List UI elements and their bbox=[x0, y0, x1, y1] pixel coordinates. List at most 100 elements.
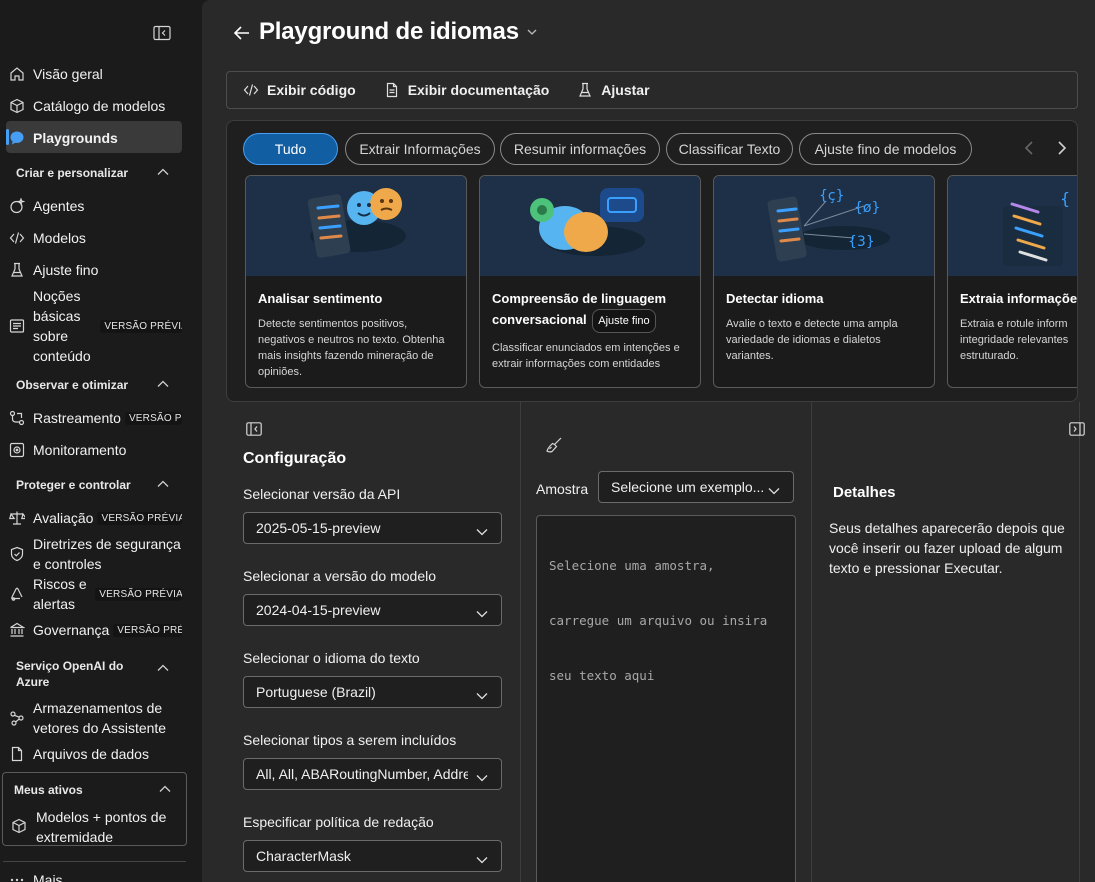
model-version-dropdown[interactable]: 2024-04-15-preview bbox=[243, 594, 502, 626]
sidebar-item-models[interactable]: Modelos bbox=[8, 228, 182, 248]
api-version-dropdown[interactable]: 2025-05-15-preview bbox=[243, 512, 502, 544]
scenario-gallery: Tudo Extrair Informações Resumir informa… bbox=[226, 120, 1078, 402]
redaction-dropdown[interactable]: CharacterMask bbox=[243, 840, 502, 872]
sidebar-item-governance[interactable]: Governança VERSÃO PRÉVI bbox=[8, 620, 182, 640]
sidebar-item-tracing[interactable]: Rastreamento VERSÃO PRÉ bbox=[8, 408, 182, 428]
chevron-down-icon bbox=[475, 688, 489, 700]
my-assets-header[interactable]: Meus ativos bbox=[14, 783, 172, 797]
sidebar-item-content-understanding[interactable]: Noções básicas sobre conteúdo VERSÃO PRÉ… bbox=[8, 286, 182, 366]
chevron-right-icon[interactable] bbox=[1053, 139, 1069, 157]
sidebar-item-agents[interactable]: Agentes bbox=[8, 196, 182, 216]
language-dropdown[interactable]: Portuguese (Brazil) bbox=[243, 676, 502, 708]
chevron-left-icon[interactable] bbox=[1022, 139, 1038, 157]
sentiment-illustration bbox=[246, 176, 466, 276]
tune-label: Ajustar bbox=[601, 82, 650, 98]
api-version-label: Selecionar versão da API bbox=[243, 486, 401, 502]
scenario-card-clu[interactable]: Compreensão de linguagem conversacional … bbox=[479, 175, 701, 388]
section-header-observe[interactable]: Observar e otimizar bbox=[16, 378, 170, 392]
sidebar-item-fine-tuning[interactable]: Ajuste fino bbox=[8, 260, 182, 280]
types-dropdown[interactable]: All, All, ABARoutingNumber, Address bbox=[243, 758, 502, 790]
dropdown-value: 2025-05-15-preview bbox=[256, 520, 381, 536]
sidebar-item-label: Agentes bbox=[33, 198, 85, 214]
scenario-card-language-detection[interactable]: {ç} {ø} {3} Detectar idioma Avalie o texto… bbox=[713, 175, 935, 388]
file-icon bbox=[8, 745, 26, 763]
page-title[interactable]: Playground de idiomas bbox=[259, 18, 537, 46]
filter-pill-classify[interactable]: Classificar Texto bbox=[666, 133, 793, 165]
filter-label: Ajuste fino de modelos bbox=[814, 141, 957, 157]
sidebar-item-risks-alerts[interactable]: Riscos e alertas VERSÃO PRÉVIA bbox=[8, 574, 182, 614]
section-header-protect[interactable]: Proteger e controlar bbox=[16, 478, 170, 492]
card-title: Analisar sentimento bbox=[258, 291, 383, 306]
filter-label: Classificar Texto bbox=[678, 141, 781, 157]
filter-pill-all[interactable]: Tudo bbox=[243, 133, 338, 165]
details-title: Detalhes bbox=[833, 484, 896, 501]
sidebar-item-model-catalog[interactable]: Catálogo de modelos bbox=[8, 96, 182, 116]
expand-panel-icon[interactable] bbox=[1069, 422, 1085, 436]
sidebar-item-label: Diretrizes de segurança e controles bbox=[33, 536, 181, 572]
redaction-label: Especificar política de redação bbox=[243, 814, 434, 830]
chevron-up-icon bbox=[158, 783, 172, 793]
dropdown-value: 2024-04-15-preview bbox=[256, 602, 381, 618]
scale-icon bbox=[8, 509, 26, 527]
page-title-text: Playground de idiomas bbox=[259, 18, 519, 45]
preview-badge: VERSÃO PRÉ bbox=[124, 411, 182, 425]
alert-icon bbox=[8, 585, 26, 603]
document-scan-icon bbox=[8, 317, 26, 335]
tune-button[interactable]: Ajustar bbox=[577, 82, 650, 98]
sidebar-item-label: Armazenamentos de vetores do Assistente bbox=[33, 700, 167, 736]
sample-label: Amostra bbox=[536, 481, 589, 497]
filter-pill-finetune[interactable]: Ajuste fino de modelos bbox=[799, 133, 972, 165]
details-text: Seus detalhes aparecerão depois que você… bbox=[829, 520, 1065, 576]
chevron-down-icon bbox=[767, 483, 781, 495]
sidebar-item-models-endpoints[interactable]: Modelos + pontos de extremidade bbox=[11, 807, 181, 847]
flask-icon bbox=[8, 261, 26, 279]
preview-badge: VERSÃO PRÉVIA bbox=[95, 587, 182, 601]
view-docs-button[interactable]: Exibir documentação bbox=[384, 82, 550, 98]
divider bbox=[3, 861, 186, 862]
home-icon bbox=[8, 65, 26, 83]
panel-collapse-icon[interactable] bbox=[153, 25, 171, 41]
language-detection-illustration: {ç} {ø} {3} bbox=[714, 176, 934, 276]
chevron-up-icon bbox=[156, 166, 170, 176]
code-icon bbox=[8, 229, 26, 247]
broom-icon[interactable] bbox=[545, 436, 563, 454]
collapse-panel-icon[interactable] bbox=[246, 422, 262, 436]
filter-pill-summarize[interactable]: Resumir informações bbox=[500, 133, 660, 165]
sample-select[interactable]: Selecione um exemplo... bbox=[598, 471, 794, 503]
sidebar-item-more[interactable]: Mais bbox=[8, 870, 182, 882]
section-header-create[interactable]: Criar e personalizar bbox=[16, 166, 170, 180]
view-code-button[interactable]: Exibir código bbox=[243, 82, 356, 98]
chevron-down-icon bbox=[475, 770, 489, 782]
card-title: Detectar idioma bbox=[726, 291, 824, 306]
section-header-azure-openai[interactable]: Serviço OpenAI do Azure bbox=[16, 658, 170, 690]
vector-store-icon bbox=[8, 709, 26, 727]
scenario-card-extract[interactable]: { Extraia informaçõe Extraia e rotule in… bbox=[947, 175, 1077, 388]
sidebar-item-evaluation[interactable]: Avaliação VERSÃO PRÉVIA bbox=[8, 508, 182, 528]
preview-badge: VERSÃO PRÉVIA bbox=[97, 511, 182, 525]
sidebar-item-monitoring[interactable]: Monitoramento bbox=[8, 440, 182, 460]
dropdown-value: All, All, ABARoutingNumber, Address bbox=[256, 766, 468, 782]
sidebar-item-safety-guidelines[interactable]: Diretrizes de segurança e controles bbox=[8, 534, 182, 574]
preview-badge: VERSÃO PRÉVI bbox=[113, 623, 182, 637]
chat-icon bbox=[8, 129, 26, 147]
sidebar-item-overview[interactable]: Visão geral bbox=[8, 64, 182, 84]
sample-text-input[interactable]: Selecione uma amostra, carregue um arqui… bbox=[536, 515, 796, 882]
sidebar-item-playgrounds[interactable]: Playgrounds bbox=[8, 128, 182, 148]
configuration-panel: Configuração Selecionar versão da API 20… bbox=[226, 402, 518, 882]
scenario-card-sentiment[interactable]: Analisar sentimento Detecte sentimentos … bbox=[245, 175, 467, 388]
sidebar-item-label: Playgrounds bbox=[33, 130, 118, 146]
main-content: Playground de idiomas Exibir código Exib… bbox=[202, 0, 1095, 882]
filter-pill-extract[interactable]: Extrair Informações bbox=[345, 133, 495, 165]
sidebar-item-data-files[interactable]: Arquivos de dados bbox=[8, 744, 182, 764]
monitor-icon bbox=[8, 441, 26, 459]
view-docs-label: Exibir documentação bbox=[407, 82, 550, 98]
placeholder-line: Selecione uma amostra, bbox=[549, 558, 715, 573]
my-assets-panel: Meus ativos Modelos + pontos de extremid… bbox=[2, 772, 187, 846]
back-arrow-icon[interactable] bbox=[232, 23, 252, 43]
cube-icon bbox=[8, 97, 26, 115]
section-title: Observar e otimizar bbox=[16, 378, 129, 392]
sidebar-item-label: Ajuste fino bbox=[33, 262, 99, 278]
sidebar-item-vector-stores[interactable]: Armazenamentos de vetores do Assistente bbox=[8, 698, 182, 738]
sidebar-item-label: Catálogo de modelos bbox=[33, 98, 166, 114]
sparkle-icon bbox=[8, 197, 26, 215]
